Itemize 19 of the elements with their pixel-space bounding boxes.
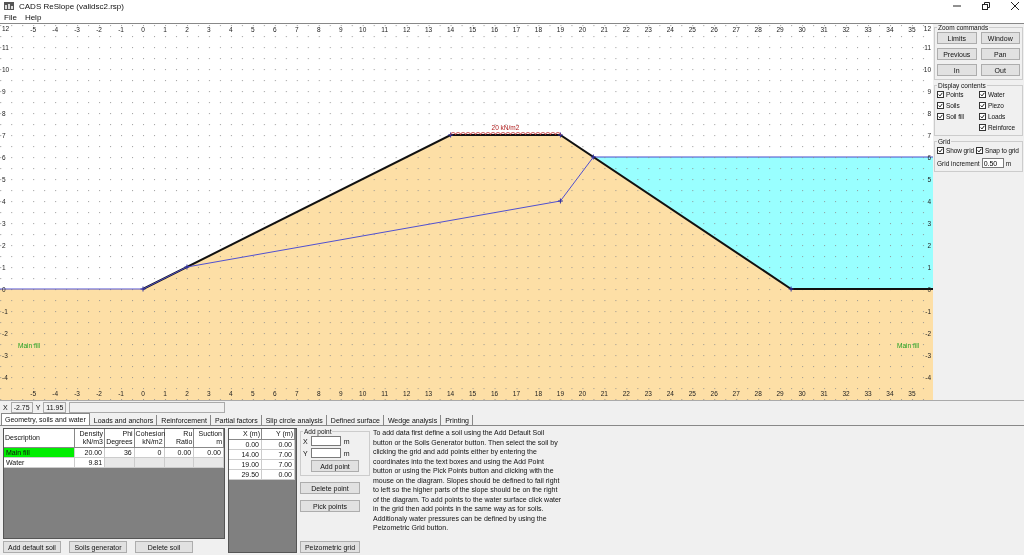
point-marker[interactable] bbox=[788, 286, 795, 292]
table-cell[interactable] bbox=[105, 458, 135, 468]
menu-item[interactable]: File bbox=[4, 13, 17, 22]
table-cell[interactable] bbox=[164, 458, 195, 468]
point-marker[interactable] bbox=[590, 154, 597, 160]
table-cell[interactable] bbox=[134, 458, 165, 468]
coordinate-input[interactable] bbox=[310, 448, 341, 458]
menu-item[interactable]: Help bbox=[24, 13, 42, 22]
restore-icon[interactable] bbox=[981, 1, 991, 11]
table-cell[interactable] bbox=[194, 458, 224, 468]
point-marker[interactable] bbox=[557, 132, 564, 138]
point-marker[interactable] bbox=[140, 286, 146, 292]
point-marker[interactable] bbox=[183, 264, 190, 270]
window-title: CADS ReSlope (validsc2.rsp) bbox=[19, 1, 124, 11]
point-marker[interactable] bbox=[447, 132, 454, 138]
point-marker[interactable] bbox=[557, 198, 564, 204]
app-icon bbox=[4, 2, 14, 10]
coordinate-input[interactable] bbox=[310, 436, 341, 446]
close-icon[interactable] bbox=[1010, 1, 1020, 11]
